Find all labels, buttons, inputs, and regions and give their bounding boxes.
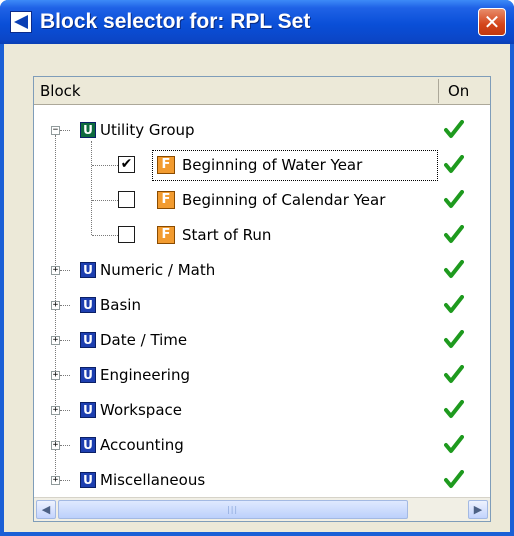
utility-icon: U	[80, 437, 96, 453]
on-check-icon[interactable]	[444, 260, 464, 280]
group-label: Numeric / Math	[100, 261, 216, 279]
on-check-icon[interactable]	[444, 435, 464, 455]
utility-icon: U	[80, 367, 96, 383]
on-check-icon[interactable]	[444, 365, 464, 385]
on-check-icon[interactable]	[444, 470, 464, 490]
tree-row-numeric-math[interactable]: + U Numeric / Math	[34, 253, 490, 288]
group-label: Accounting	[100, 436, 184, 454]
tree-row-accounting[interactable]: + U Accounting	[34, 428, 490, 463]
expand-icon[interactable]: +	[51, 476, 60, 485]
block-checkbox[interactable]	[118, 226, 135, 243]
scroll-thumb[interactable]: |||	[58, 500, 408, 519]
close-button[interactable]: ✕	[478, 8, 506, 36]
expand-icon[interactable]: +	[51, 301, 60, 310]
utility-group-icon: U	[80, 122, 96, 138]
on-check-icon[interactable]	[444, 330, 464, 350]
column-separator[interactable]	[438, 79, 439, 103]
block-checkbox[interactable]: ✔	[118, 156, 135, 173]
tree-row-basin[interactable]: + U Basin	[34, 288, 490, 323]
on-check-icon[interactable]	[444, 295, 464, 315]
function-icon: F	[157, 226, 175, 244]
utility-icon: U	[80, 297, 96, 313]
group-label: Engineering	[100, 366, 190, 384]
scroll-grip-icon: |||	[227, 505, 239, 514]
collapse-icon[interactable]: −	[51, 126, 60, 135]
block-tree-panel: Block On − U Utility Group ✔ F Beginning…	[33, 76, 491, 522]
function-icon: F	[157, 156, 175, 174]
utility-icon: U	[80, 262, 96, 278]
app-icon	[10, 11, 32, 33]
expand-icon[interactable]: +	[51, 336, 60, 345]
scroll-left-button[interactable]: ◀	[36, 500, 56, 519]
column-header: Block On	[34, 77, 490, 105]
on-check-icon[interactable]	[444, 155, 464, 175]
tree-row-miscellaneous[interactable]: + U Miscellaneous	[34, 463, 490, 498]
expand-icon[interactable]: +	[51, 406, 60, 415]
column-header-on[interactable]: On	[448, 82, 469, 100]
on-check-icon[interactable]	[444, 400, 464, 420]
tree-row-workspace[interactable]: + U Workspace	[34, 393, 490, 428]
block-label: Start of Run	[182, 226, 272, 244]
close-icon: ✕	[483, 10, 501, 34]
expand-icon[interactable]: +	[51, 266, 60, 275]
title-bar[interactable]: Block selector for: RPL Set ✕	[0, 0, 514, 44]
utility-icon: U	[80, 402, 96, 418]
group-label: Utility Group	[100, 121, 195, 139]
function-icon: F	[157, 191, 175, 209]
block-selector-window: Block selector for: RPL Set ✕ Block On −…	[0, 0, 514, 536]
column-header-block[interactable]: Block	[40, 82, 81, 100]
group-label: Basin	[100, 296, 141, 314]
scroll-right-button[interactable]: ▶	[468, 500, 488, 519]
tree-row-start-of-run[interactable]: F Start of Run	[34, 218, 490, 253]
tree-row-beginning-of-water-year[interactable]: ✔ F Beginning of Water Year	[34, 148, 490, 183]
group-label: Miscellaneous	[100, 471, 206, 489]
block-label: Beginning of Water Year	[182, 156, 363, 174]
expand-icon[interactable]: +	[51, 441, 60, 450]
tree-row-date-time[interactable]: + U Date / Time	[34, 323, 490, 358]
group-label: Workspace	[100, 401, 182, 419]
block-checkbox[interactable]	[118, 191, 135, 208]
utility-icon: U	[80, 472, 96, 488]
expand-icon[interactable]: +	[51, 371, 60, 380]
utility-icon: U	[80, 332, 96, 348]
tree-row-beginning-of-calendar-year[interactable]: F Beginning of Calendar Year	[34, 183, 490, 218]
group-label: Date / Time	[100, 331, 188, 349]
on-check-icon[interactable]	[444, 120, 464, 140]
on-check-icon[interactable]	[444, 190, 464, 210]
tree-row-utility-group[interactable]: − U Utility Group	[34, 113, 490, 148]
block-label: Beginning of Calendar Year	[182, 191, 386, 209]
window-title: Block selector for: RPL Set	[40, 10, 311, 33]
tree-row-engineering[interactable]: + U Engineering	[34, 358, 490, 393]
horizontal-scrollbar[interactable]: ◀ ||| ▶	[34, 497, 490, 521]
on-check-icon[interactable]	[444, 225, 464, 245]
